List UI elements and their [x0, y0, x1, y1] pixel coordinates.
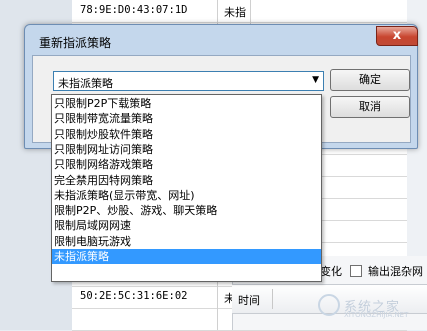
combo-value: 未指派策略	[58, 77, 113, 90]
watermark: 系统之家 XITONGZHIJIA.NET	[318, 292, 418, 320]
output-label: 输出混杂网	[368, 265, 423, 278]
dialog-titlebar[interactable]: 重新指派策略 x	[25, 25, 418, 55]
table-row[interactable]: 78:9E:D0:43:07:1D 未指	[72, 0, 407, 23]
close-icon: x	[392, 28, 402, 43]
dropdown-option[interactable]: 限制P2P、炒股、游戏、聊天策略	[52, 203, 321, 218]
dropdown-option[interactable]: 只限制P2P下载策略	[52, 96, 321, 111]
mac-address-cell: 78:9E:D0:43:07:1D	[80, 4, 188, 16]
change-label: 变化	[320, 265, 342, 278]
dropdown-option[interactable]: 限制电脑玩游戏	[52, 234, 321, 249]
watermark-subtext: XITONGZHIJIA.NET	[344, 311, 409, 319]
dropdown-option[interactable]: 限制局域网网速	[52, 218, 321, 233]
close-button[interactable]: x	[376, 26, 418, 46]
dropdown-option[interactable]: 只限制带宽流量策略	[52, 111, 321, 126]
dropdown-option[interactable]: 未指派策略	[52, 249, 321, 264]
policy-dropdown-list: 只限制P2P下载策略 只限制带宽流量策略 只限制炒股软件策略 只限制网址访问策略 只限制…	[51, 94, 322, 282]
mac-address-cell: 50:2E:5C:31:6E:02	[80, 290, 188, 302]
options-row: 变化 输出混杂网	[320, 263, 423, 279]
dialog-title: 重新指派策略	[39, 36, 112, 50]
cancel-button[interactable]: 取消	[330, 96, 410, 118]
dropdown-option[interactable]: 只限制炒股软件策略	[52, 127, 321, 142]
dropdown-option[interactable]: 只限制网址访问策略	[52, 142, 321, 157]
status-cell: 未指	[224, 6, 246, 19]
watermark-logo-icon	[318, 294, 340, 316]
dropdown-option[interactable]: 未指派策略(显示带宽、网址)	[52, 188, 321, 203]
dropdown-option[interactable]: 只限制网络游戏策略	[52, 157, 321, 172]
dropdown-arrow-icon[interactable]: ▼	[312, 75, 319, 85]
time-header-label: 时间	[238, 294, 260, 307]
policy-combobox[interactable]: 未指派策略 ▼	[53, 71, 324, 91]
dropdown-option[interactable]: 完全禁用因特网策略	[52, 173, 321, 188]
output-checkbox[interactable]	[349, 265, 362, 277]
ok-button[interactable]: 确定	[330, 69, 410, 91]
